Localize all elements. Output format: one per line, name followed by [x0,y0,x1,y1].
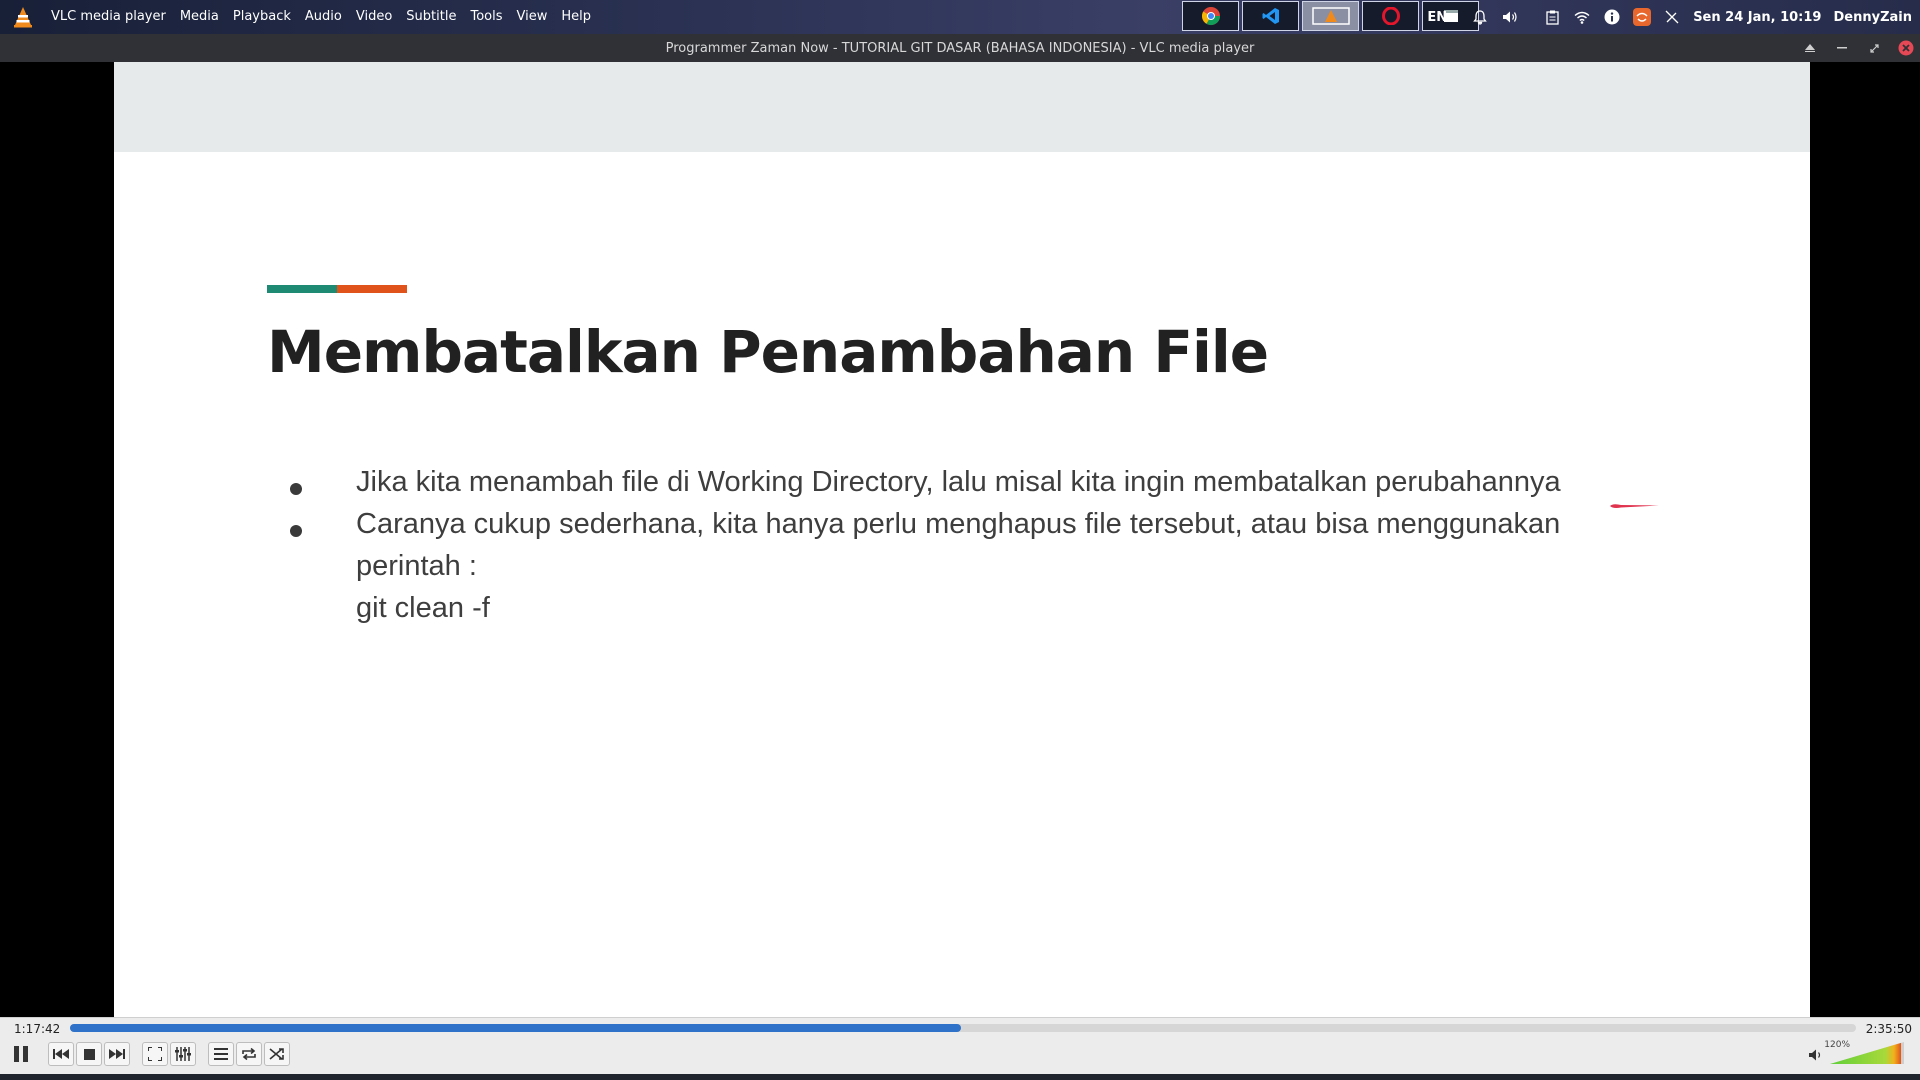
stop-button[interactable] [76,1042,102,1066]
pen-annotation [1610,504,1659,508]
slide-title: Membatalkan Penambahan File [267,318,1269,386]
player-controls: 1:17:42 2:35:50 120% [0,1017,1920,1075]
bullet-text: Caranya cukup sederhana, kita hanya perl… [356,508,1561,540]
video-area[interactable]: Membatalkan Penambahan File Jika kita me… [0,62,1920,1017]
window-title: Programmer Zaman Now - TUTORIAL GIT DASA… [665,40,1255,56]
playlist-icon [214,1048,228,1060]
time-elapsed[interactable]: 1:17:42 [14,1022,60,1036]
speaker-icon[interactable] [1501,8,1519,26]
window-controls [1786,34,1914,62]
slide-header-band [114,62,1810,152]
pen-disabled-icon[interactable] [1663,8,1681,26]
opera-icon [1381,7,1400,25]
control-buttons [6,1042,302,1066]
shuffle-button[interactable] [264,1042,290,1066]
update-icon[interactable] [1633,8,1652,26]
pause-icon [14,1046,28,1062]
equalizer-icon [175,1047,191,1061]
menu-tools[interactable]: Tools [463,0,509,34]
title-accent-bar [267,285,407,293]
wifi-icon[interactable] [1573,8,1591,26]
accent-green [267,285,337,293]
volume-control: 120% [1808,1040,1904,1064]
volume-speaker-icon[interactable] [1808,1048,1824,1062]
loop-icon [242,1047,256,1061]
playlist-button[interactable] [208,1042,234,1066]
system-tray: EN Sen 24 Jan, 10:19 DennyZain [1427,0,1920,34]
task-opera[interactable] [1362,1,1419,31]
previous-icon [53,1049,69,1059]
shuffle-icon [269,1048,284,1060]
maximize-icon[interactable] [1866,40,1882,56]
fullscreen-icon [148,1047,162,1061]
task-vlc[interactable] [1302,1,1359,31]
desktop-strip [0,1074,1920,1080]
time-total[interactable]: 2:35:50 [1866,1022,1912,1036]
accent-orange [337,285,407,293]
minimize-icon[interactable] [1834,40,1850,56]
menu-video[interactable]: Video [349,0,399,34]
menu-subtitle[interactable]: Subtitle [399,0,463,34]
top-panel: VLC media player Media Playback Audio Vi… [0,0,1920,34]
previous-button[interactable] [48,1042,74,1066]
bell-icon[interactable] [1471,8,1489,26]
vlc-logo-icon[interactable] [12,6,34,28]
task-vscode[interactable] [1242,1,1299,31]
loop-button[interactable] [236,1042,262,1066]
app-name[interactable]: VLC media player [44,0,173,34]
window-titlebar[interactable]: Programmer Zaman Now - TUTORIAL GIT DASA… [0,34,1920,62]
keep-above-icon[interactable] [1802,40,1818,56]
menu-media[interactable]: Media [173,0,226,34]
bullet-dot [290,483,302,495]
chrome-icon [1201,7,1220,26]
clipboard-icon[interactable] [1543,8,1561,26]
next-icon [109,1049,125,1059]
menu-audio[interactable]: Audio [298,0,349,34]
menu-playback[interactable]: Playback [226,0,298,34]
user-name[interactable]: DennyZain [1833,10,1912,25]
menu-help[interactable]: Help [554,0,598,34]
bullet-text: perintah : [356,550,477,582]
extended-settings-button[interactable] [170,1042,196,1066]
task-chrome[interactable] [1182,1,1239,31]
presentation-slide: Membatalkan Penambahan File Jika kita me… [114,62,1810,1017]
next-button[interactable] [104,1042,130,1066]
seek-progress [70,1024,962,1032]
clock[interactable]: Sen 24 Jan, 10:19 [1693,10,1821,25]
volume-percent: 120% [1824,1040,1850,1050]
bullet-text: Jika kita menambah file di Working Direc… [356,466,1561,498]
close-icon[interactable] [1898,40,1914,56]
info-icon[interactable] [1603,8,1621,26]
vlc-icon [1311,7,1350,25]
bullet-dot [290,525,302,537]
fullscreen-button[interactable] [142,1042,168,1066]
seek-slider[interactable] [70,1024,1856,1032]
pause-button[interactable] [6,1042,36,1066]
vscode-icon [1262,8,1279,24]
menu-view[interactable]: View [510,0,555,34]
stop-icon [83,1048,95,1060]
keyboard-layout[interactable]: EN [1427,10,1447,25]
code-command: git clean -f [356,592,490,624]
